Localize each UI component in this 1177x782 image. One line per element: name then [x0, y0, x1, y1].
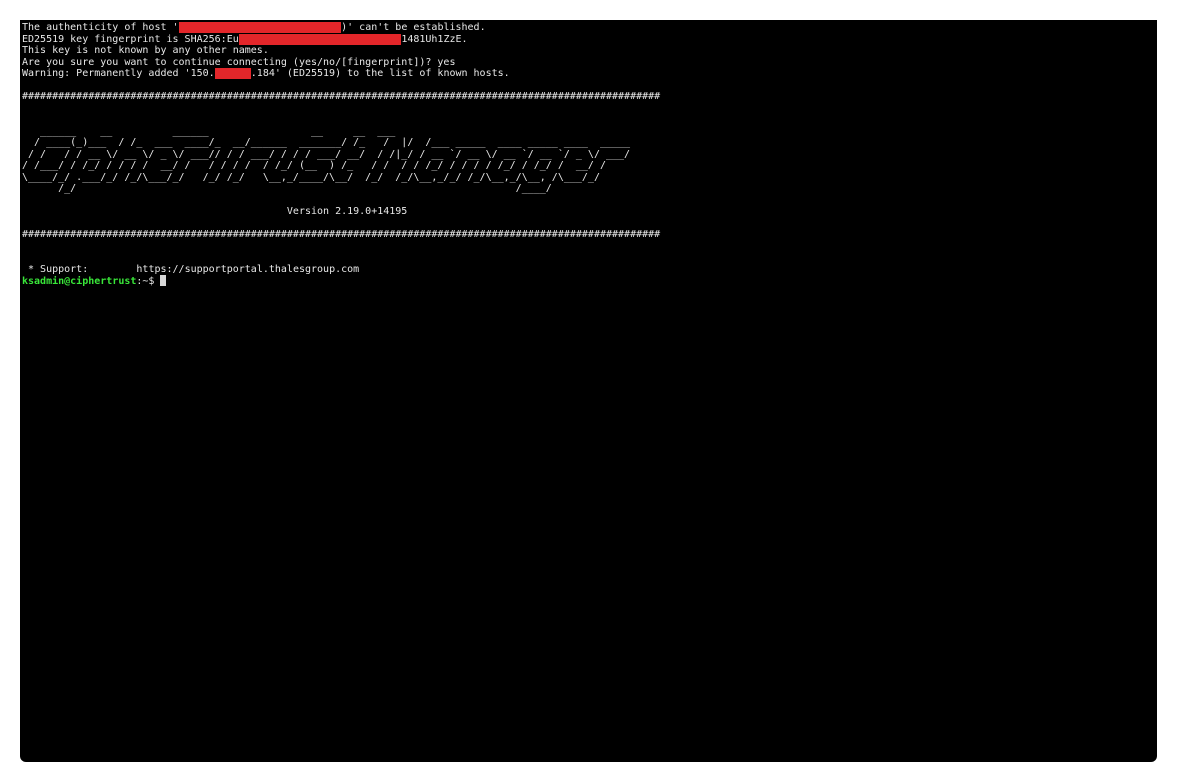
- banner-rule-bottom: ########################################…: [22, 229, 661, 240]
- support-url[interactable]: https://supportportal.thalesgroup.com: [136, 264, 359, 275]
- shell-prompt-line[interactable]: ksadmin@ciphertrust:~$: [22, 275, 1157, 287]
- redacted-ip: [214, 68, 251, 79]
- text-cursor[interactable]: [160, 275, 167, 286]
- ssh-warning-line: Warning: Permanently added '150. .184' (…: [22, 68, 510, 79]
- version-line: Version 2.19.0+14195: [22, 206, 1157, 218]
- ascii-art-line: / / / / __ \/ __ \/ _ \/ ___// / / ___/ …: [22, 148, 631, 160]
- prompt-path: :~$: [136, 276, 161, 287]
- ascii-art-line: ______ __ ______ __ __ ___: [22, 125, 396, 137]
- ssh-confirm-line: Are you sure you want to continue connec…: [22, 56, 456, 68]
- banner-rule-top: ########################################…: [22, 91, 661, 102]
- ascii-art-line: /_/ /____/: [22, 183, 552, 194]
- ascii-art-line: / /___/ / /_/ / / / / __/ / / / / / / /_…: [22, 160, 606, 171]
- terminal-output: The authenticity of host ' )' can't be e…: [22, 22, 1157, 287]
- ssh-auth-line: The authenticity of host ' )' can't be e…: [22, 22, 486, 33]
- ascii-art-line: \____/_/ .___/_/ /_/\___/_/ /_/ /_/ \__,…: [22, 171, 600, 183]
- ssh-fingerprint-line: ED25519 key fingerprint is SHA256:Eu 148…: [22, 33, 468, 45]
- version-text: Version 2.19.0+14195: [286, 206, 408, 217]
- prompt-user-host: ksadmin@ciphertrust: [22, 276, 137, 287]
- ascii-art-line: / ____(_)___ / /_ ___ ____/_ __/______ _…: [22, 137, 631, 148]
- support-line: * Support: https://supportportal.thalesg…: [22, 264, 1157, 276]
- terminal-window[interactable]: The authenticity of host ' )' can't be e…: [20, 20, 1157, 762]
- support-label: * Support:: [22, 263, 89, 275]
- redacted-host: [178, 22, 342, 33]
- redacted-fingerprint: [238, 33, 402, 45]
- ssh-not-known-line: This key is not known by any other names…: [22, 45, 269, 56]
